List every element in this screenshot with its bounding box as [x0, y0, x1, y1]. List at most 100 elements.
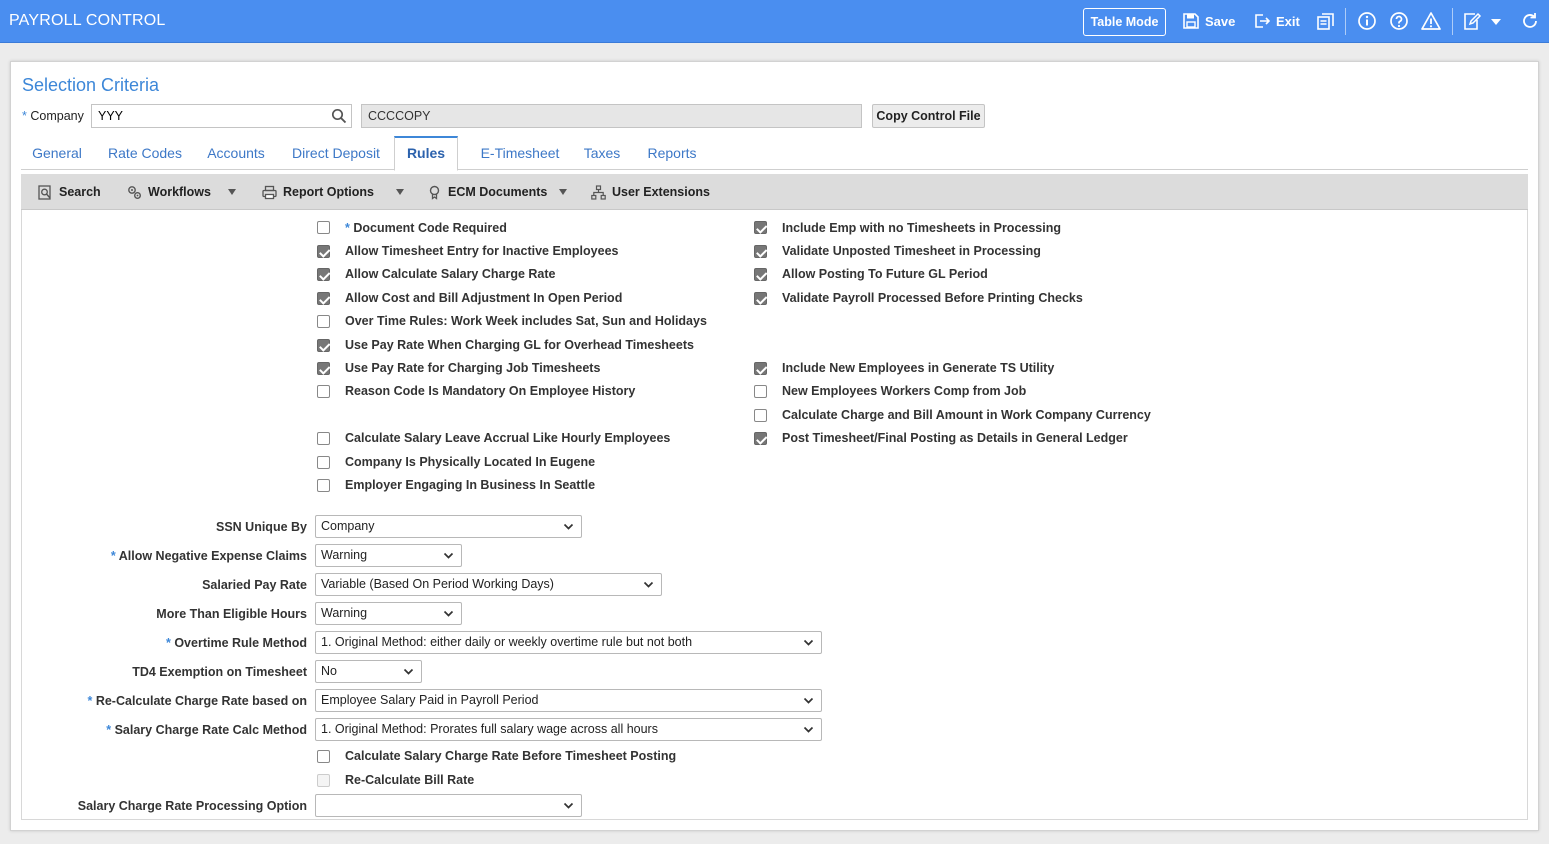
report-options-label: Report Options	[283, 185, 374, 199]
tab-rate-codes[interactable]: Rate Codes	[97, 136, 193, 170]
chevron-down-icon	[443, 610, 454, 617]
rule-checkbox[interactable]	[317, 245, 330, 258]
rule-checkbox[interactable]	[754, 245, 767, 258]
rule-checkbox[interactable]	[754, 432, 767, 445]
chevron-down-icon	[443, 552, 454, 559]
copy-control-file-button[interactable]: Copy Control File	[872, 104, 985, 128]
action-toolbar: Search Workflows Report Options ECM Docu…	[21, 174, 1528, 210]
rule-checkbox[interactable]	[317, 268, 330, 281]
rule-checkbox[interactable]	[317, 432, 330, 445]
table-mode-button[interactable]: Table Mode	[1083, 8, 1166, 36]
rule-checkbox[interactable]	[317, 385, 330, 398]
report-options-dropdown-caret[interactable]	[396, 189, 404, 195]
allow-negative-expense-claims-label: * Allow Negative Expense Claims	[110, 549, 307, 563]
copy-record-icon[interactable]	[1316, 11, 1336, 31]
rule-label: Allow Timesheet Entry for Inactive Emplo…	[345, 244, 619, 258]
tab-accounts[interactable]: Accounts	[197, 136, 275, 170]
toolbar-separator	[1452, 8, 1453, 35]
rule-checkbox[interactable]	[754, 268, 767, 281]
selection-criteria-title: Selection Criteria	[22, 75, 160, 95]
rule-checkbox[interactable]	[317, 292, 330, 305]
workflows-label: Workflows	[148, 185, 211, 199]
rule-checkbox[interactable]	[317, 315, 330, 328]
tab-general[interactable]: General	[21, 136, 93, 170]
save-button[interactable]: Save	[1183, 13, 1235, 29]
toolbar-separator	[1345, 8, 1346, 35]
more-than-eligible-hours-label: More Than Eligible Hours	[156, 607, 307, 621]
recalculate-charge-rate-label: * Re-Calculate Charge Rate based on	[87, 694, 307, 708]
rule-label: Calculate Salary Leave Accrual Like Hour…	[345, 431, 671, 445]
refresh-icon[interactable]	[1520, 11, 1540, 31]
paperclip-icon	[429, 185, 440, 200]
salary-charge-rate-processing-option-label: Salary Charge Rate Processing Option	[77, 799, 307, 813]
warning-icon[interactable]	[1421, 11, 1441, 31]
rule-checkbox[interactable]	[754, 385, 767, 398]
rule-checkbox[interactable]	[317, 339, 330, 352]
salary-charge-rate-processing-option-select[interactable]	[315, 794, 582, 817]
gears-icon	[128, 185, 141, 199]
rule-label: Company Is Physically Located In Eugene	[345, 455, 596, 469]
rule-checkbox[interactable]	[754, 409, 767, 422]
rule-label: Include Emp with no Timesheets in Proces…	[782, 221, 1061, 235]
rule-label: Use Pay Rate When Charging GL for Overhe…	[345, 338, 694, 352]
ecm-documents-button[interactable]: ECM Documents	[427, 174, 547, 210]
ssn-unique-by-label: SSN Unique By	[216, 520, 307, 534]
recalculate-charge-rate-select[interactable]: Employee Salary Paid in Payroll Period	[315, 689, 822, 712]
workflows-dropdown-caret[interactable]	[228, 189, 236, 195]
company-input[interactable]	[91, 104, 352, 128]
search-button[interactable]: Search	[38, 174, 101, 210]
user-extensions-label: User Extensions	[612, 185, 710, 199]
chevron-down-icon[interactable]	[1489, 15, 1503, 29]
rule-label: Re-Calculate Bill Rate	[345, 773, 475, 787]
rule-checkbox[interactable]	[317, 221, 330, 234]
rules-content: * Document Code Required Allow Timesheet…	[21, 210, 1528, 820]
rule-label: Validate Payroll Processed Before Printi…	[782, 291, 1083, 305]
app-title: PAYROLL CONTROL	[9, 12, 166, 29]
rule-checkbox[interactable]	[754, 221, 767, 234]
tab-bar: General Rate Codes Accounts Direct Depos…	[21, 136, 1528, 171]
salary-charge-rate-calc-method-select[interactable]: 1. Original Method: Prorates full salary…	[315, 718, 822, 741]
overtime-rule-method-select[interactable]: 1. Original Method: either daily or week…	[315, 631, 822, 654]
company-label: * Company	[22, 109, 84, 123]
rule-checkbox[interactable]	[317, 479, 330, 492]
app-header: PAYROLL CONTROL Table Mode Save Exit	[0, 0, 1549, 43]
td4-exemption-select[interactable]: No	[315, 660, 422, 683]
edit-note-icon[interactable]	[1462, 11, 1482, 31]
tab-e-timesheet[interactable]: E-Timesheet	[468, 136, 572, 170]
tab-reports[interactable]: Reports	[635, 136, 709, 170]
exit-button[interactable]: Exit	[1254, 13, 1300, 29]
ecm-documents-dropdown-caret[interactable]	[559, 189, 567, 195]
help-icon[interactable]	[1389, 11, 1409, 31]
exit-icon	[1255, 14, 1270, 28]
chevron-down-icon	[803, 639, 814, 646]
rule-label: Allow Calculate Salary Charge Rate	[345, 267, 556, 281]
tab-taxes[interactable]: Taxes	[574, 136, 630, 170]
chevron-down-icon	[563, 523, 574, 530]
salary-charge-rate-calc-method-label: * Salary Charge Rate Calc Method	[106, 723, 307, 737]
allow-negative-expense-claims-select[interactable]: Warning	[315, 544, 462, 567]
rule-label: Reason Code Is Mandatory On Employee His…	[345, 384, 636, 398]
hierarchy-icon	[591, 184, 606, 200]
rule-label: Allow Posting To Future GL Period	[782, 267, 988, 281]
info-icon[interactable]	[1357, 11, 1377, 31]
workflows-button[interactable]: Workflows	[127, 174, 211, 210]
user-extensions-button[interactable]: User Extensions	[591, 174, 710, 210]
rule-label: Include New Employees in Generate TS Uti…	[782, 361, 1055, 375]
rule-label: Validate Unposted Timesheet in Processin…	[782, 244, 1041, 258]
rule-checkbox[interactable]	[754, 362, 767, 375]
report-options-button[interactable]: Report Options	[262, 174, 374, 210]
search-doc-icon	[38, 184, 51, 200]
tab-direct-deposit[interactable]: Direct Deposit	[280, 136, 392, 170]
chevron-down-icon	[403, 668, 414, 675]
more-than-eligible-hours-select[interactable]: Warning	[315, 602, 462, 625]
rule-checkbox[interactable]	[317, 456, 330, 469]
salaried-pay-rate-select[interactable]: Variable (Based On Period Working Days)	[315, 573, 662, 596]
tab-rules[interactable]: Rules	[394, 136, 458, 171]
ssn-unique-by-select[interactable]: Company	[315, 515, 582, 538]
rule-checkbox[interactable]	[317, 362, 330, 375]
chevron-down-icon	[803, 726, 814, 733]
rule-checkbox[interactable]	[317, 750, 330, 763]
search-icon[interactable]	[331, 108, 347, 124]
chevron-down-icon	[643, 581, 654, 588]
rule-checkbox[interactable]	[754, 292, 767, 305]
